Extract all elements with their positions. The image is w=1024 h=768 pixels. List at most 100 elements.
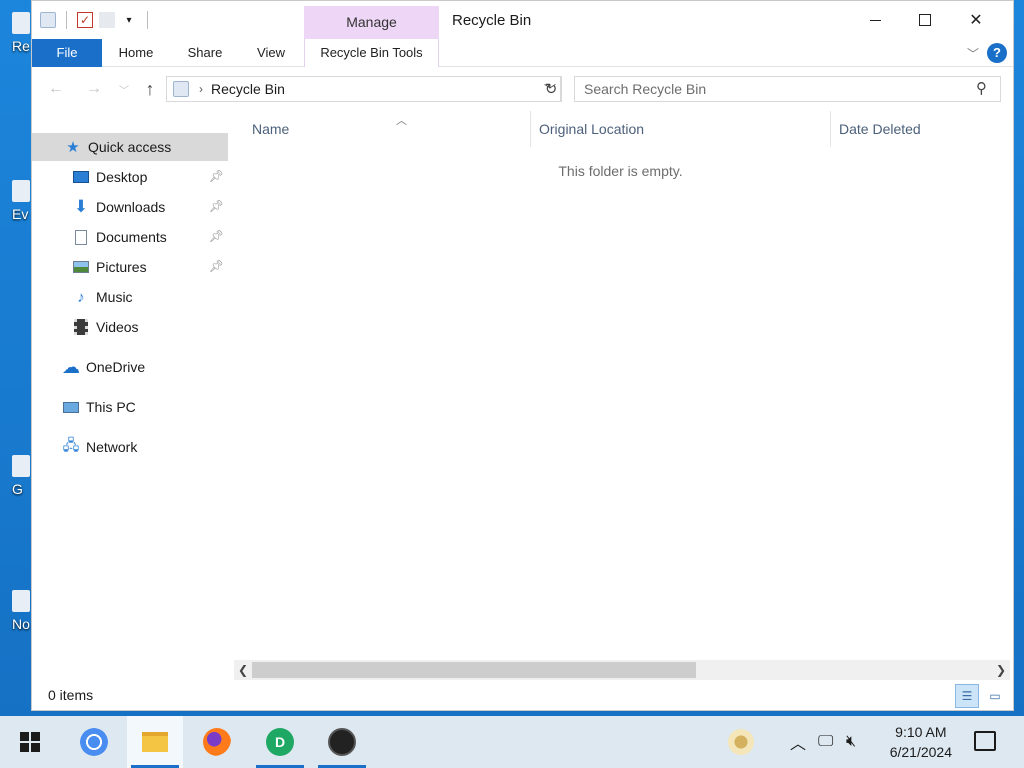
- column-header-name[interactable]: ︿ Name: [244, 111, 530, 147]
- new-folder-icon[interactable]: [99, 12, 115, 28]
- close-button[interactable]: ✕: [953, 1, 999, 39]
- taskbar-obs[interactable]: [314, 716, 370, 768]
- nav-label: Music: [96, 289, 133, 305]
- desktop-icon-g[interactable]: G: [12, 455, 30, 497]
- search-icon[interactable]: ⚲: [976, 79, 987, 97]
- nav-item-documents[interactable]: Documents 📌︎: [32, 223, 228, 251]
- taskbar-file-explorer[interactable]: [127, 716, 183, 768]
- large-icons-view-button[interactable]: ▭: [983, 684, 1007, 708]
- pin-icon[interactable]: 📌︎: [209, 199, 224, 213]
- scroll-right-icon[interactable]: ❯: [992, 660, 1010, 680]
- nav-item-pictures[interactable]: Pictures 📌︎: [32, 253, 228, 281]
- breadcrumb-recycle-bin[interactable]: Recycle Bin: [211, 81, 285, 97]
- taskbar-chrome[interactable]: [66, 716, 122, 768]
- nav-network[interactable]: 🖧︎ Network: [32, 433, 228, 461]
- chevron-up-icon: ︿: [790, 736, 807, 753]
- star-icon: ★: [66, 139, 80, 156]
- tab-share[interactable]: Share: [178, 39, 232, 67]
- file-list[interactable]: ︿ Name Original Location Date Deleted Th…: [228, 111, 1013, 659]
- shortcut-icon: [12, 590, 30, 612]
- nav-item-music[interactable]: ♪ Music: [32, 283, 228, 311]
- properties-icon[interactable]: ✓: [77, 12, 93, 28]
- address-bar[interactable]: › Recycle Bin ﹀: [166, 76, 561, 102]
- large-icons-view-icon: ▭: [989, 689, 1001, 703]
- desktop-icon-ev[interactable]: Ev: [12, 180, 30, 222]
- start-button[interactable]: [2, 716, 58, 768]
- nav-label: Desktop: [96, 169, 148, 185]
- recycle-bin-icon: [173, 81, 189, 97]
- nav-label: Videos: [96, 319, 139, 335]
- dashlane-icon: D: [266, 728, 294, 756]
- window-title: Recycle Bin: [452, 12, 532, 29]
- details-view-button[interactable]: ☰: [955, 684, 979, 708]
- back-button[interactable]: ←: [44, 77, 68, 101]
- nav-item-desktop[interactable]: Desktop 📌︎: [32, 163, 228, 191]
- tray-volume[interactable]: 🔇︎: [846, 716, 856, 768]
- status-bar: 0 items ☰ ▭: [32, 681, 1013, 711]
- column-header-date-deleted[interactable]: Date Deleted: [830, 111, 1010, 147]
- tab-home[interactable]: Home: [108, 39, 164, 67]
- taskbar-dashlane[interactable]: D: [252, 716, 308, 768]
- desktop-icon-recycle-bin[interactable]: Re: [12, 12, 30, 54]
- item-count: 0 items: [48, 687, 94, 703]
- desktop-icon-label: Re: [12, 38, 30, 54]
- breadcrumb-chevron-icon[interactable]: ›: [199, 82, 203, 96]
- customize-toolbar-icon[interactable]: ▾: [121, 12, 137, 28]
- nav-quick-access[interactable]: ★ Quick access: [32, 133, 228, 161]
- computer-icon: [62, 398, 80, 416]
- manage-contextual-tab[interactable]: Manage: [304, 6, 439, 39]
- pictures-icon: [72, 258, 90, 276]
- pin-icon[interactable]: 📌︎: [209, 259, 224, 273]
- title-bar[interactable]: ✓ ▾ Manage Recycle Bin ✕: [32, 1, 1013, 39]
- quick-access-toolbar: ✓ ▾: [40, 9, 152, 31]
- pin-icon[interactable]: 📌︎: [209, 169, 224, 183]
- nav-label: Pictures: [96, 259, 147, 275]
- sort-ascending-icon: ︿: [396, 115, 407, 127]
- nav-item-downloads[interactable]: ⬇ Downloads 📌︎: [32, 193, 228, 221]
- pin-icon[interactable]: 📌︎: [209, 229, 224, 243]
- nav-onedrive[interactable]: ☁ OneDrive: [32, 353, 228, 381]
- minimize-icon: [869, 19, 881, 21]
- clock-date: 6/21/2024: [889, 744, 952, 760]
- forward-button[interactable]: →: [82, 77, 106, 101]
- minimize-button[interactable]: [852, 1, 898, 39]
- scroll-left-icon[interactable]: ❮: [234, 660, 252, 680]
- onedrive-icon: ☁: [62, 356, 80, 377]
- downloads-icon: ⬇: [73, 197, 89, 216]
- tab-recycle-bin-tools[interactable]: Recycle Bin Tools: [304, 39, 439, 67]
- soccer-ball-icon: [728, 729, 754, 755]
- firefox-icon: [203, 728, 231, 756]
- close-icon: ✕: [969, 12, 983, 29]
- column-label: Name: [252, 121, 290, 137]
- empty-folder-message: This folder is empty.: [558, 163, 683, 179]
- nav-label: Network: [86, 439, 138, 455]
- desktop-icon-no[interactable]: No: [12, 590, 30, 632]
- help-button[interactable]: ?: [987, 43, 1007, 63]
- nav-this-pc[interactable]: This PC: [32, 393, 228, 421]
- column-header-original-location[interactable]: Original Location: [530, 111, 830, 147]
- recycle-bin-icon: [12, 12, 30, 34]
- start-icon: [20, 732, 40, 752]
- clock[interactable]: 9:10 AM 6/21/2024: [890, 722, 952, 762]
- tab-view[interactable]: View: [246, 39, 296, 67]
- nav-label: Documents: [96, 229, 167, 245]
- search-input[interactable]: Search Recycle Bin: [574, 76, 1001, 102]
- nav-label: Quick access: [88, 139, 172, 155]
- show-hidden-icons[interactable]: ︿: [790, 716, 806, 768]
- taskbar-firefox[interactable]: [189, 716, 245, 768]
- scrollbar-thumb[interactable]: [252, 662, 696, 678]
- tray-network[interactable]: 🖵︎: [818, 716, 833, 768]
- file-explorer-icon: [142, 732, 168, 752]
- tray-soccer[interactable]: [728, 716, 754, 768]
- nav-item-videos[interactable]: Videos: [32, 313, 228, 341]
- obs-icon: [328, 728, 356, 756]
- refresh-button[interactable]: ↻: [541, 76, 562, 102]
- up-button[interactable]: ↑: [138, 77, 162, 101]
- maximize-button[interactable]: [902, 1, 948, 39]
- horizontal-scrollbar[interactable]: ❮ ❯: [234, 660, 1010, 680]
- notification-center-icon[interactable]: [974, 731, 996, 751]
- nav-label: Downloads: [96, 199, 166, 215]
- expand-ribbon-chevron-icon[interactable]: ﹀: [967, 45, 979, 62]
- tab-file[interactable]: File: [32, 39, 102, 67]
- recent-locations-chevron-icon[interactable]: ﹀: [112, 77, 136, 101]
